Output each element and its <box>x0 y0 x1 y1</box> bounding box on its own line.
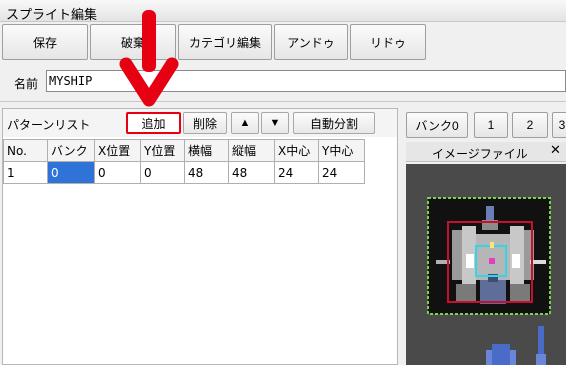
category-edit-button[interactable]: カテゴリ編集 <box>178 24 272 60</box>
column-header-height[interactable]: 縦幅 <box>228 139 275 162</box>
sprite-image-canvas[interactable] <box>406 164 566 365</box>
pattern-list-header: パターンリスト 追加 削除 ▲ ▼ 自動分割 <box>3 109 397 137</box>
cell-x-position[interactable]: 0 <box>94 161 141 184</box>
image-file-label: イメージファイル <box>432 147 528 161</box>
tab-bank-0[interactable]: バンク0 <box>406 112 468 138</box>
cell-no[interactable]: 1 <box>3 161 48 184</box>
close-icon[interactable]: ✕ <box>550 143 561 158</box>
sprite-image <box>427 197 551 365</box>
pattern-list-panel: パターンリスト 追加 削除 ▲ ▼ 自動分割 No. バンク X位置 Y位置 横… <box>2 108 398 365</box>
separator <box>0 101 566 102</box>
tab-bank-2[interactable]: 2 <box>512 112 548 138</box>
cell-width[interactable]: 48 <box>184 161 229 184</box>
tab-bank-1[interactable]: 1 <box>474 112 508 138</box>
column-header-y-center[interactable]: Y中心 <box>318 139 365 162</box>
center-marker <box>489 258 495 264</box>
column-header-no[interactable]: No. <box>3 139 48 162</box>
auto-split-button[interactable]: 自動分割 <box>293 112 375 134</box>
column-header-x-position[interactable]: X位置 <box>94 139 141 162</box>
save-button[interactable]: 保存 <box>2 24 88 60</box>
column-header-x-center[interactable]: X中心 <box>274 139 319 162</box>
move-up-button[interactable]: ▲ <box>231 112 259 134</box>
pattern-table: No. バンク X位置 Y位置 横幅 縦幅 X中心 Y中心 1 0 0 0 48… <box>3 139 365 184</box>
red-arrow-annotation <box>119 10 179 107</box>
nose-marker <box>490 242 494 248</box>
cell-y-center[interactable]: 24 <box>318 161 365 184</box>
redo-button[interactable]: リドゥ <box>350 24 426 60</box>
cell-height[interactable]: 48 <box>228 161 275 184</box>
cell-y-position[interactable]: 0 <box>140 161 185 184</box>
column-header-bank[interactable]: バンク <box>47 139 95 162</box>
second-sprite <box>486 326 546 365</box>
delete-pattern-button[interactable]: 削除 <box>183 112 227 134</box>
pattern-list-title: パターンリスト <box>7 118 91 132</box>
title-bar: スプライト編集 <box>0 0 566 23</box>
image-file-tab[interactable]: イメージファイル ✕ <box>406 142 566 162</box>
bank-panel: バンク0 1 2 3 イメージファイル ✕ <box>402 108 566 365</box>
cell-bank[interactable]: 0 <box>47 161 95 184</box>
column-header-width[interactable]: 横幅 <box>184 139 229 162</box>
undo-button[interactable]: アンドゥ <box>274 24 348 60</box>
move-down-button[interactable]: ▼ <box>261 112 289 134</box>
column-header-y-position[interactable]: Y位置 <box>140 139 185 162</box>
add-pattern-button[interactable]: 追加 <box>126 112 181 134</box>
cell-x-center[interactable]: 24 <box>274 161 319 184</box>
window-title: スプライト編集 <box>6 8 98 23</box>
tab-bank-3[interactable]: 3 <box>552 112 566 138</box>
table-row[interactable]: 1 0 0 0 48 48 24 24 <box>3 161 365 184</box>
name-label: 名前 <box>14 77 39 91</box>
table-header-row: No. バンク X位置 Y位置 横幅 縦幅 X中心 Y中心 <box>3 139 365 162</box>
